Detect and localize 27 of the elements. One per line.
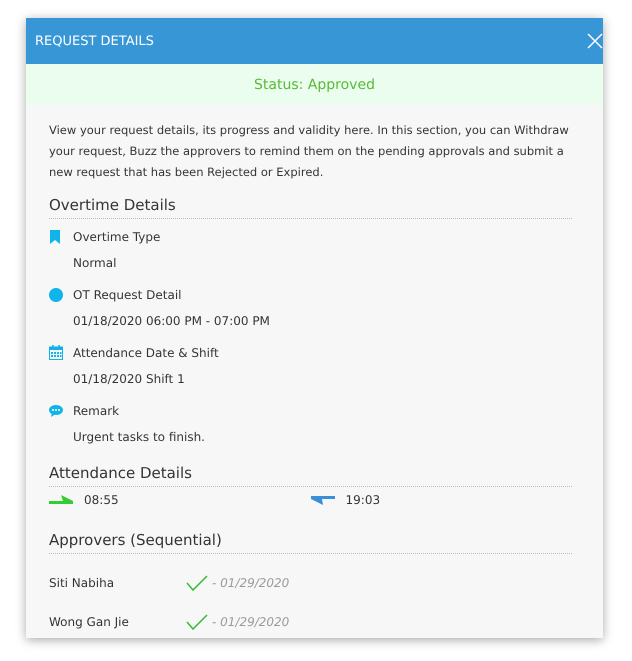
bookmark-icon xyxy=(49,230,61,244)
clock-in-icon xyxy=(49,495,73,505)
field-label: Remark xyxy=(73,404,120,418)
section-heading: Approvers (Sequential) xyxy=(49,531,572,554)
approval-date: - 01/29/2020 xyxy=(212,614,290,628)
description-text: View your request details, its progress and validity here. In this section, you can Withdraw your request, Buzz the approvers to remind them on the pending approvals and submit a new request that has been Rejected or Expired. xyxy=(49,122,570,181)
field-value: 01/18/2020 Shift 1 xyxy=(72,371,186,388)
chat-icon xyxy=(49,404,63,418)
time-text: 08:55 xyxy=(84,493,119,507)
circle-icon xyxy=(49,288,63,302)
approval-date: - 01/29/2020 xyxy=(212,576,290,590)
dialog-title: REQUEST DETAILS xyxy=(35,34,154,48)
field-value: Normal xyxy=(72,255,118,272)
field-value: 01/18/2020 06:00 PM - 07:00 PM xyxy=(72,313,271,330)
section-heading: Attendance Details xyxy=(49,464,572,487)
clock-out-icon xyxy=(310,495,334,505)
field-label: Overtime Type xyxy=(73,230,160,244)
approver-name: Siti Nabiha xyxy=(49,576,116,590)
field-label: OT Request Detail xyxy=(73,288,182,302)
field-value: Urgent tasks to finish. xyxy=(72,429,206,446)
calendar-icon xyxy=(49,345,63,360)
field-label: Attendance Date & Shift xyxy=(73,346,219,360)
close-button[interactable] xyxy=(587,33,603,49)
section-heading: Overtime Details xyxy=(49,196,572,219)
time-text: 19:03 xyxy=(346,493,380,507)
approver-name: Wong Gan Jie xyxy=(49,614,130,628)
status-text: Status: Approved xyxy=(254,76,375,92)
